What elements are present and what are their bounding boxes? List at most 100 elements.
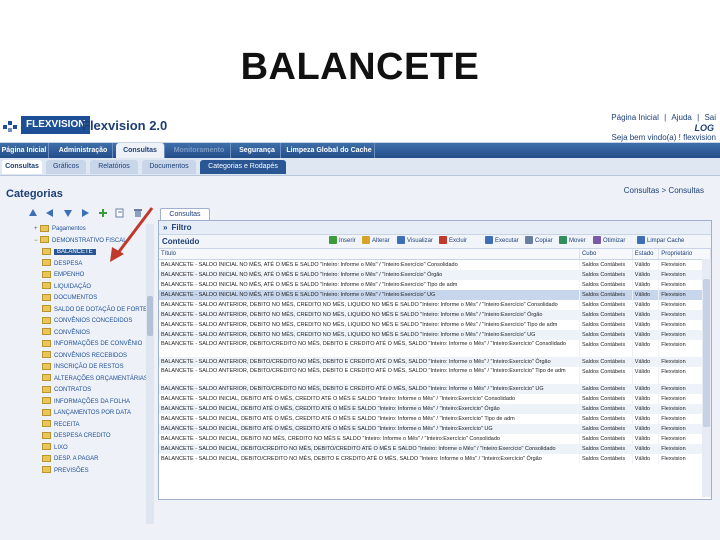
subtab-relatorios[interactable]: Relatórios xyxy=(90,160,138,174)
cell-cubo: Saldos Contábeis xyxy=(579,340,633,357)
move-button[interactable]: Mover xyxy=(559,236,586,247)
tree-item[interactable]: EMPENHO xyxy=(4,270,154,282)
subtab-categorias-rodapes[interactable]: Categorias e Rodapés xyxy=(200,160,286,174)
tree-item[interactable]: CONVÊNIOS CONCEDIDOS xyxy=(4,316,154,328)
cell-cubo: Saldos Contábeis xyxy=(579,300,633,310)
subtab-graficos[interactable]: Gráficos xyxy=(46,160,86,174)
table-row[interactable]: BALANCETE - SALDO INICIAL, DEBITO ATÉ O … xyxy=(159,404,711,414)
tree-item[interactable]: LIXO xyxy=(4,443,154,455)
column-header-estado[interactable]: Estado xyxy=(632,249,660,260)
table-row[interactable]: BALANCETE - SALDO INICIAL NO MÊS, ATÉ O … xyxy=(159,259,711,270)
table-row[interactable]: BALANCETE - SALDO INICIAL, DEBITO NO MÊS… xyxy=(159,434,711,444)
folder-icon xyxy=(42,270,51,278)
tree-item[interactable]: CONVÊNIOS RECEBIDOS xyxy=(4,351,154,363)
tree-item[interactable]: ALTERAÇÕES ORÇAMENTÁRIAS xyxy=(4,374,154,386)
table-row[interactable]: BALANCETE - SALDO INICIAL, DEBITO ATÉ O … xyxy=(159,394,711,404)
execute-button[interactable]: Executar xyxy=(485,236,519,247)
sub-tabs: Consultas Gráficos Relatórios Documentos… xyxy=(0,158,720,176)
table-row[interactable]: BALANCETE - SALDO ANTERIOR, DEBITO NO MÊ… xyxy=(159,300,711,310)
tree-scrollbar[interactable] xyxy=(146,224,154,524)
tree-item[interactable]: DESPESA CREDITO xyxy=(4,431,154,443)
table-row[interactable]: BALANCETE - SALDO INICIAL NO MÊS, ATÉ O … xyxy=(159,290,711,300)
edit-button[interactable]: Alterar xyxy=(362,236,390,247)
tab-consultas[interactable]: Consultas xyxy=(116,143,165,158)
breadcrumb[interactable]: Consultas > Consultas xyxy=(624,186,704,195)
filter-bar[interactable]: » Filtro xyxy=(159,221,711,235)
insert-button[interactable]: Inserir xyxy=(329,236,356,247)
link-help[interactable]: Ajuda xyxy=(671,113,691,122)
cell-titulo: BALANCETE - SALDO ANTERIOR, DEBITO/CREDI… xyxy=(159,357,580,367)
clear-cache-button[interactable]: Limpar Cache xyxy=(637,236,684,247)
folder-icon xyxy=(42,316,51,324)
execute-label: Executar xyxy=(495,238,519,244)
arrow-right-icon[interactable] xyxy=(80,208,90,218)
tree-item[interactable]: LIQUIDAÇÃO xyxy=(4,282,154,294)
column-header-titulo[interactable]: Título xyxy=(159,249,580,260)
edit-icon[interactable] xyxy=(115,208,125,218)
table-row[interactable]: BALANCETE - SALDO ANTERIOR, DEBITO/CREDI… xyxy=(159,384,711,394)
tab-consultas-panel[interactable]: Consultas xyxy=(160,208,210,220)
table-scrollbar[interactable] xyxy=(702,259,711,497)
table-row[interactable]: BALANCETE - SALDO ANTERIOR, DEBITO NO MÊ… xyxy=(159,330,711,340)
table-row[interactable]: BALANCETE - SALDO INICIAL, DEBITO/CREDIT… xyxy=(159,444,711,454)
folder-icon xyxy=(42,362,51,370)
folder-icon xyxy=(42,305,51,313)
copy-button[interactable]: Copiar xyxy=(525,236,553,247)
link-home[interactable]: Página Inicial xyxy=(611,113,659,122)
subtab-consultas[interactable]: Consultas xyxy=(2,160,42,174)
cell-titulo: BALANCETE - SALDO ANTERIOR, DEBITO NO MÊ… xyxy=(159,300,580,310)
tree-item[interactable]: DOCUMENTOS xyxy=(4,293,154,305)
tree-item[interactable]: INFORMAÇÕES DE CONVÊNIO xyxy=(4,339,154,351)
table-row[interactable]: BALANCETE - SALDO ANTERIOR, DEBITO NO MÊ… xyxy=(159,320,711,330)
arrow-left-icon[interactable] xyxy=(45,208,55,218)
table-row[interactable]: BALANCETE - SALDO INICIAL NO MÊS, ATÉ O … xyxy=(159,280,711,290)
delete-button[interactable]: Excluir xyxy=(439,236,467,247)
column-header-cubo[interactable]: Cubo xyxy=(579,249,633,260)
tree-item[interactable]: RECEITA xyxy=(4,420,154,432)
column-header-proprietario[interactable]: Proprietário xyxy=(658,249,711,260)
table-row[interactable]: BALANCETE - SALDO ANTERIOR, DEBITO NO MÊ… xyxy=(159,310,711,320)
table-row[interactable]: BALANCETE - SALDO INICIAL, DEBITO ATÉ O … xyxy=(159,414,711,424)
tree-item[interactable]: CONVÊNIOS xyxy=(4,328,154,340)
tree-item[interactable]: DESPESA xyxy=(4,259,154,271)
table-row[interactable]: BALANCETE - SALDO ANTERIOR, DEBITO/CREDI… xyxy=(159,367,711,384)
table-row[interactable]: BALANCETE - SALDO INICIAL NO MÊS, ATÉ O … xyxy=(159,270,711,280)
tab-limpeza-cache[interactable]: Limpeza Global do Cache xyxy=(284,143,375,158)
optimize-button[interactable]: Otimizar xyxy=(593,236,625,247)
tab-monitoramento[interactable]: Monitoramento xyxy=(168,143,231,158)
tree-item[interactable]: CONTRATOS xyxy=(4,385,154,397)
tree-item[interactable]: INFORMAÇÕES DA FOLHA xyxy=(4,397,154,409)
tree-item[interactable]: − DEMONSTRATIVO FISCAL xyxy=(4,236,154,248)
tab-seguranca[interactable]: Segurança xyxy=(234,143,281,158)
add-icon[interactable] xyxy=(98,208,108,218)
arrow-up-icon[interactable] xyxy=(28,208,38,218)
folder-icon xyxy=(42,385,51,393)
table-scroll-thumb[interactable] xyxy=(703,279,710,427)
tree-item[interactable]: + Pagamentos xyxy=(4,224,154,236)
subtab-documentos[interactable]: Documentos xyxy=(142,160,196,174)
edit-label: Alterar xyxy=(372,238,390,244)
delete-icon[interactable] xyxy=(133,208,143,218)
view-button[interactable]: Visualizar xyxy=(397,236,433,247)
tree-item[interactable]: INSCRIÇÃO DE RESTOS xyxy=(4,362,154,374)
tree-item[interactable]: LANÇAMENTOS POR DATA xyxy=(4,408,154,420)
cell-titulo: BALANCETE - SALDO ANTERIOR, DEBITO NO MÊ… xyxy=(159,310,580,320)
tree-item[interactable]: PREVISÕES xyxy=(4,466,154,478)
tree-scroll-thumb[interactable] xyxy=(147,296,153,336)
tab-pagina-inicial[interactable]: Página Inicial xyxy=(0,143,49,158)
arrow-down-icon[interactable] xyxy=(63,208,73,218)
tree-item-label: INFORMAÇÕES DE CONVÊNIO xyxy=(54,341,143,347)
folder-icon xyxy=(42,420,51,428)
table-row[interactable]: BALANCETE - SALDO ANTERIOR, DEBITO/CREDI… xyxy=(159,357,711,367)
table-row[interactable]: BALANCETE - SALDO INICIAL, DEBITO ATÉ O … xyxy=(159,424,711,434)
tree-item[interactable]: SALDO DE DOTAÇÃO DE FORTE xyxy=(4,305,154,317)
cell-estado: Válido xyxy=(632,259,660,270)
tree-item[interactable]: DESP. A PAGAR xyxy=(4,454,154,466)
table-row[interactable]: BALANCETE - SALDO ANTERIOR, DEBITO/CREDI… xyxy=(159,340,711,357)
tab-administracao[interactable]: Administração xyxy=(54,143,113,158)
link-logout[interactable]: Sai xyxy=(704,113,716,122)
expand-filter-icon[interactable]: » xyxy=(163,223,167,232)
move-label: Mover xyxy=(569,238,586,244)
table-row[interactable]: BALANCETE - SALDO INICIAL, DEBITO/CREDIT… xyxy=(159,454,711,464)
tree-item-selected[interactable]: BALANCETE xyxy=(4,247,154,259)
